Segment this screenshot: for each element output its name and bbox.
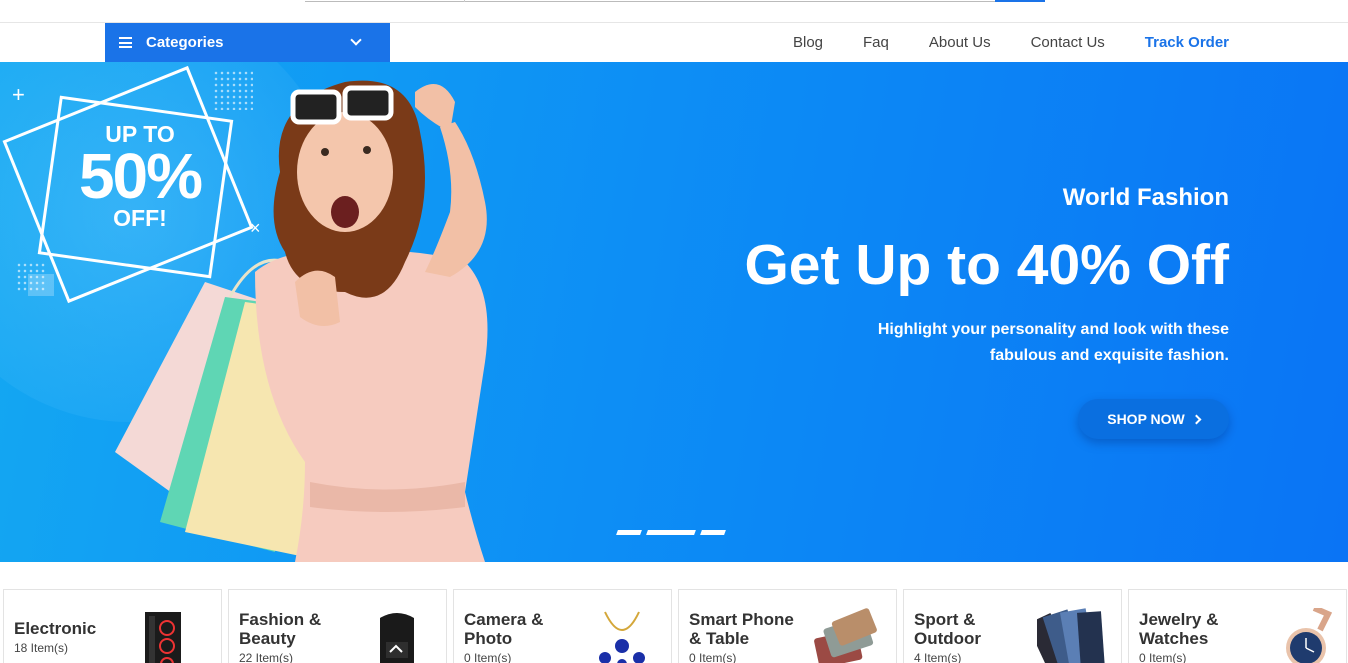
necklace-icon (599, 611, 645, 663)
chevron-right-icon (1191, 414, 1202, 424)
menu-about-us[interactable]: About Us (929, 34, 991, 51)
category-count: 0 Item(s) (1139, 651, 1187, 663)
category-card-jewelry-watches[interactable]: Jewelry & Watches 0 Item(s) (1128, 589, 1347, 663)
top-menu: Blog Faq About Us Contact Us Track Order (753, 23, 1229, 62)
hamburger-icon (119, 37, 132, 48)
wallets-icon (814, 608, 877, 663)
search-bar-edge (305, 0, 1045, 2)
search-button[interactable] (995, 0, 1045, 2)
plus-decoration-icon: + (12, 82, 25, 107)
slider-dot-2[interactable] (646, 530, 696, 535)
search-divider (464, 0, 465, 2)
category-name: Smart Phone & Table (689, 610, 794, 648)
category-card-smart-phone-table[interactable]: Smart Phone & Table 0 Item(s) (678, 589, 897, 663)
category-name: Sport & Outdoor (914, 610, 982, 648)
category-count: 18 Item(s) (14, 641, 69, 655)
category-card-electronic[interactable]: Electronic 18 Item(s) (3, 589, 222, 663)
hero-description: Highlight your personality and look with… (878, 317, 1229, 369)
category-card-camera-photo[interactable]: Camera & Photo 0 Item(s) (453, 589, 672, 663)
category-name: Jewelry & Watches (1139, 610, 1219, 648)
hero-description-line-2: fabulous and exquisite fashion. (989, 347, 1229, 364)
desktop-tower-icon (145, 612, 181, 663)
menu-contact-us[interactable]: Contact Us (1031, 34, 1105, 51)
category-name: Camera & Photo (464, 610, 544, 648)
category-list: Electronic 18 Item(s) Fashion & Beauty 22… (3, 589, 1348, 663)
category-name: Electronic (14, 619, 97, 638)
category-count: 4 Item(s) (914, 651, 962, 663)
chevron-down-icon (350, 34, 362, 46)
slider-dot-3[interactable] (700, 530, 726, 535)
hero-title: Get Up to 40% Off (744, 233, 1229, 297)
category-name: Fashion & Beauty (239, 610, 322, 648)
category-card-sport-outdoor[interactable]: Sport & Outdoor 4 Item(s) (903, 589, 1122, 663)
slider-dot-1[interactable] (616, 530, 642, 535)
category-count: 22 Item(s) (239, 651, 294, 663)
hero-banner: UP TO 50% OFF! + × World Fashion Get Up … (0, 62, 1348, 562)
menu-track-order[interactable]: Track Order (1145, 34, 1229, 51)
category-count: 0 Item(s) (464, 651, 512, 663)
hero-description-line-1: Highlight your personality and look with… (877, 321, 1229, 338)
categories-label: Categories (146, 34, 224, 51)
jeans-icon (1037, 608, 1105, 663)
model-with-shopping-bags-image (115, 80, 488, 562)
main-nav: Categories Blog Faq About Us Contact Us … (0, 23, 1348, 62)
shop-now-button[interactable]: SHOP NOW (1078, 399, 1229, 439)
backpack-icon (380, 613, 414, 663)
categories-button[interactable]: Categories (105, 23, 390, 62)
watch-icon (1286, 608, 1332, 663)
category-count: 0 Item(s) (689, 651, 737, 663)
menu-faq[interactable]: Faq (863, 34, 889, 51)
menu-blog[interactable]: Blog (793, 34, 823, 51)
slider-pagination (616, 530, 731, 535)
category-card-fashion-beauty[interactable]: Fashion & Beauty 22 Item(s) (228, 589, 447, 663)
square-decoration (28, 274, 54, 296)
hero-subtitle: World Fashion (1062, 184, 1229, 211)
shop-now-label: SHOP NOW (1107, 411, 1185, 427)
